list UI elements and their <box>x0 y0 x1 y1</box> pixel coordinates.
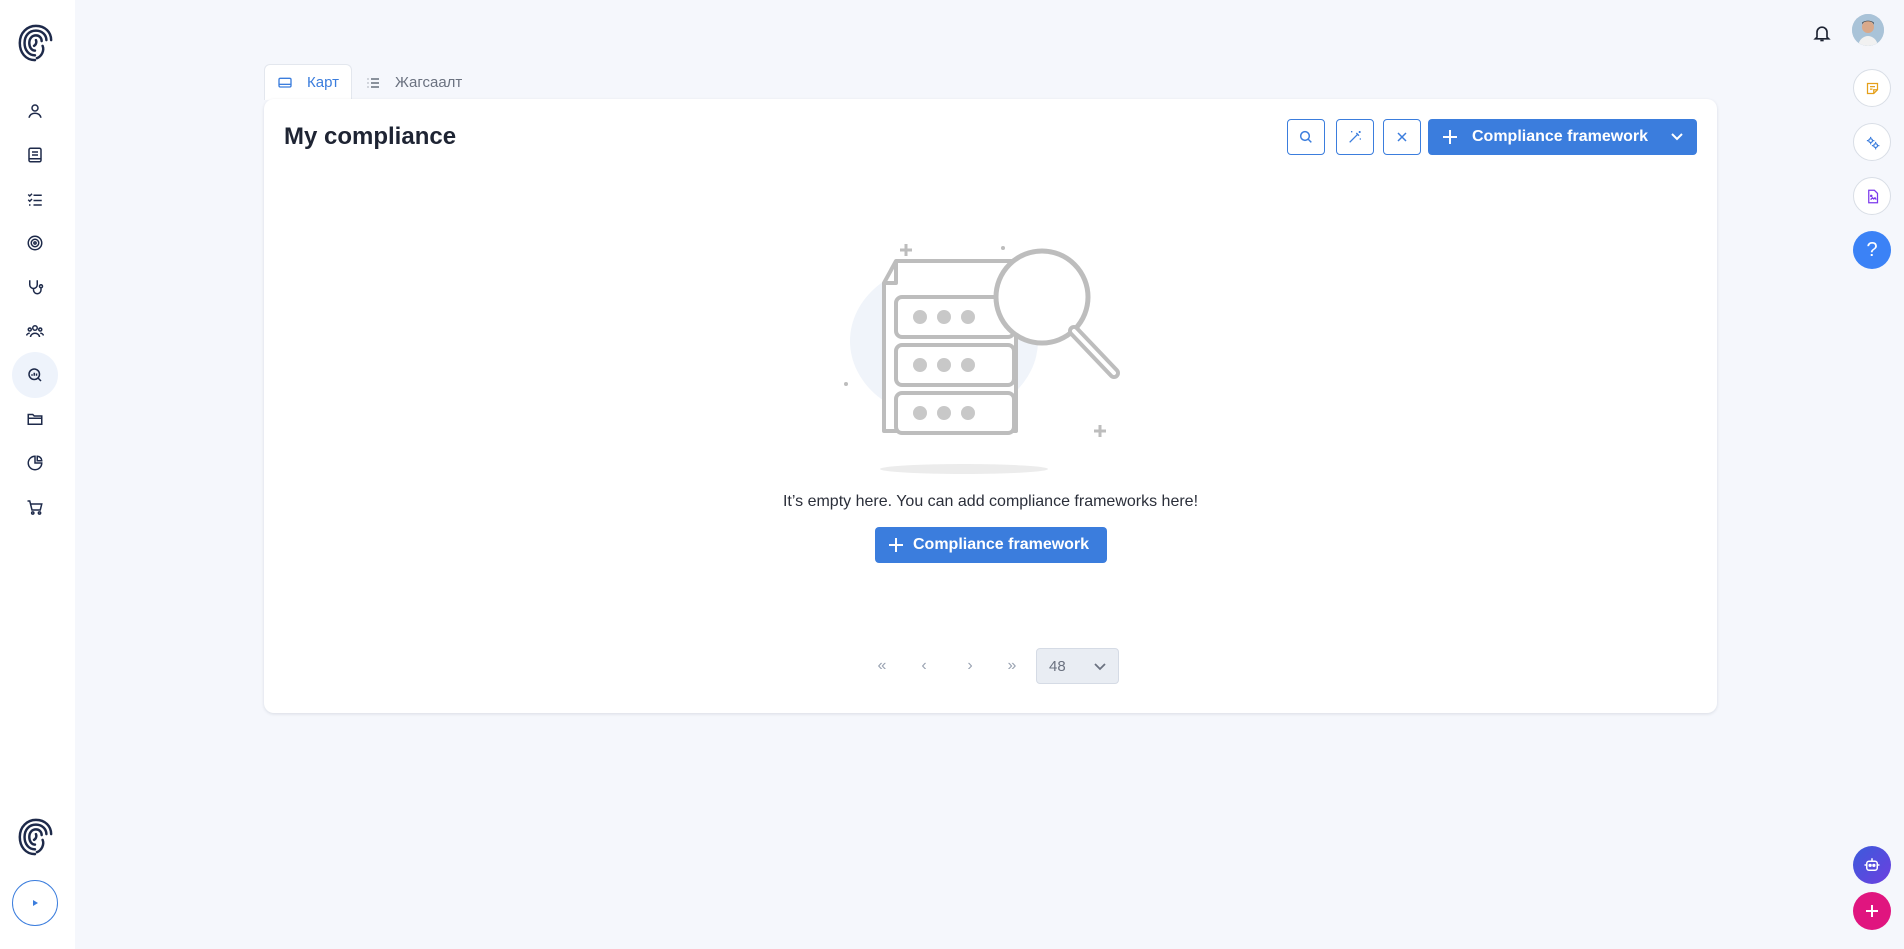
sidebar-item-shop[interactable] <box>12 484 58 530</box>
add-compliance-framework-button[interactable]: Compliance framework <box>1428 119 1697 155</box>
empty-state-message: It’s empty here. You can add compliance … <box>782 493 1199 510</box>
sidebar-item-health[interactable] <box>12 264 58 310</box>
plus-icon <box>1866 905 1878 917</box>
avatar[interactable] <box>1852 14 1884 46</box>
next-page-button[interactable]: › <box>954 648 986 684</box>
notifications-button[interactable] <box>1809 20 1835 46</box>
document-image-icon <box>1867 189 1878 203</box>
compliance-card: My compliance Compliance framework It’s … <box>264 99 1717 713</box>
sidebar-item-folder[interactable] <box>12 396 58 442</box>
magic-wand-icon <box>1349 131 1361 143</box>
document-tool-button[interactable] <box>1853 177 1891 215</box>
tab-card[interactable]: Карт <box>264 64 352 100</box>
view-tabs: Карт Жагсаалт <box>264 64 475 100</box>
page-title: My compliance <box>284 123 457 150</box>
tab-label: Жагсаалт <box>394 74 463 91</box>
search-analytics-icon <box>28 368 42 382</box>
help-button[interactable]: ? <box>1853 231 1891 269</box>
chevron-down-icon <box>1094 663 1106 671</box>
sidebar-item-target[interactable] <box>12 220 58 266</box>
chevron-down-icon[interactable] <box>1657 130 1697 144</box>
stethoscope-icon <box>29 280 44 295</box>
last-page-button[interactable]: » <box>996 648 1028 684</box>
page-size-value: 48 <box>1049 657 1066 675</box>
sidebar <box>0 0 75 949</box>
tab-list[interactable]: Жагсаалт <box>352 64 475 100</box>
settings-tool-button[interactable] <box>1853 123 1891 161</box>
clear-button[interactable] <box>1383 119 1421 155</box>
brand-logo-bottom <box>16 816 54 858</box>
sidebar-item-compliance[interactable] <box>12 352 58 398</box>
checklist-icon <box>27 193 42 206</box>
assistant-bot-button[interactable] <box>1853 846 1891 884</box>
plus-icon <box>889 538 903 552</box>
target-icon <box>27 235 43 251</box>
expand-sidebar-button[interactable] <box>12 880 58 926</box>
sidebar-item-book[interactable] <box>12 132 58 178</box>
add-compliance-framework-empty-button[interactable]: Compliance framework <box>875 527 1107 563</box>
first-page-button[interactable]: « <box>866 648 898 684</box>
search-icon <box>1299 130 1312 143</box>
magic-wand-button[interactable] <box>1336 119 1374 155</box>
brand-logo[interactable] <box>16 22 54 64</box>
card-view-icon <box>278 77 292 88</box>
quick-add-button[interactable] <box>1853 892 1891 930</box>
sidebar-item-team[interactable] <box>12 308 58 354</box>
cart-icon <box>27 500 43 515</box>
folder-icon <box>27 413 43 425</box>
play-icon <box>33 900 38 906</box>
plus-icon <box>1428 129 1472 145</box>
pie-chart-icon <box>27 455 43 471</box>
bell-icon <box>1813 26 1831 42</box>
page-size-select[interactable]: 48 <box>1036 648 1119 684</box>
tab-label: Карт <box>307 74 339 91</box>
robot-icon <box>1864 858 1880 871</box>
list-view-icon <box>367 77 379 88</box>
team-icon <box>26 325 44 338</box>
sidebar-item-checklist[interactable] <box>12 176 58 222</box>
search-button[interactable] <box>1287 119 1325 155</box>
empty-state-illustration <box>844 244 1120 474</box>
sidebar-item-reports[interactable] <box>12 440 58 486</box>
book-icon <box>28 147 42 163</box>
sidebar-item-user[interactable] <box>12 88 58 134</box>
sticky-note-button[interactable] <box>1853 69 1891 107</box>
close-icon <box>1397 132 1407 142</box>
add-button-label: Compliance framework <box>1472 128 1649 145</box>
gears-icon <box>1866 136 1879 149</box>
sticky-note-icon <box>1866 82 1878 94</box>
user-icon <box>28 104 42 118</box>
empty-button-label: Compliance framework <box>913 536 1090 553</box>
prev-page-button[interactable]: ‹ <box>908 648 940 684</box>
